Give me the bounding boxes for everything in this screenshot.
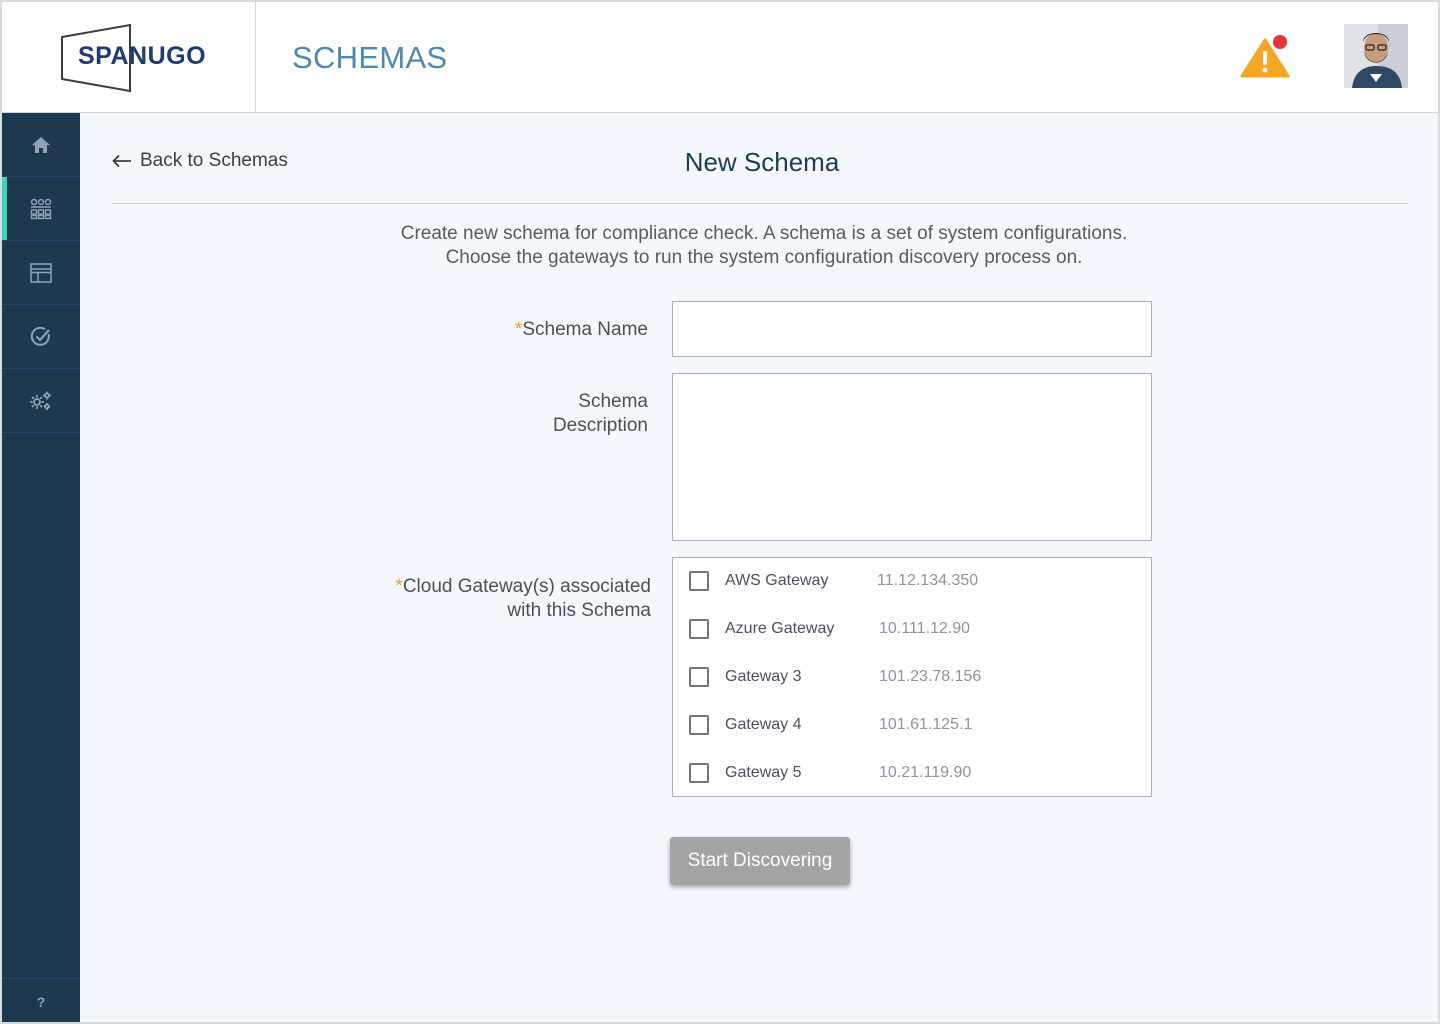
gateway-name: AWS Gateway xyxy=(725,572,829,589)
gateway-row[interactable]: AWS Gateway 11.12.134.350 xyxy=(689,569,1129,593)
gateway-row[interactable]: Gateway 5 10.21.119.90 xyxy=(689,761,1129,785)
sidebar-help[interactable]: ? xyxy=(2,978,80,1022)
gears-icon xyxy=(30,391,51,410)
sidebar-item-compliance[interactable] xyxy=(2,305,80,369)
gateway-row[interactable]: Gateway 3 101.23.78.156 xyxy=(689,665,1129,689)
alert-icon[interactable] xyxy=(1240,34,1294,80)
gateway-ip: 10.21.119.90 xyxy=(879,764,972,781)
gateway-ip: 10.111.12.90 xyxy=(879,620,971,637)
gateway-ip: 101.61.125.1 xyxy=(879,716,973,733)
network-icon xyxy=(30,198,52,219)
intro-line-2: Choose the gateways to run the system co… xyxy=(445,247,1083,268)
app-frame: SPANUGO SCHEMAS ? Back to Schemas New Sc… xyxy=(0,0,1440,1024)
sidebar-item-settings[interactable] xyxy=(2,369,80,433)
gateway-list: AWS Gateway 11.12.134.350 Azure Gateway … xyxy=(672,557,1152,797)
avatar-image xyxy=(1344,24,1408,88)
layout-icon xyxy=(30,262,52,283)
gateway-name: Gateway 5 xyxy=(725,764,802,781)
sidebar-item-layout[interactable] xyxy=(2,241,80,305)
gateway-name: Gateway 4 xyxy=(725,716,802,733)
gateway-name: Azure Gateway xyxy=(725,620,835,637)
logo[interactable]: SPANUGO xyxy=(2,2,256,112)
gateway-row[interactable]: Gateway 4 101.61.125.1 xyxy=(689,713,1129,737)
top-header: SPANUGO SCHEMAS xyxy=(2,2,1438,113)
gateway-name: Gateway 3 xyxy=(725,668,802,685)
gateway-checkbox[interactable] xyxy=(689,571,709,591)
sidebar-item-schemas[interactable] xyxy=(2,177,80,241)
gateway-ip: 11.12.134.350 xyxy=(877,572,979,589)
user-avatar[interactable] xyxy=(1344,24,1408,88)
schema-name-input[interactable] xyxy=(672,301,1152,357)
intro-text: Create new schema for compliance check. … xyxy=(302,222,1226,270)
check-circle-icon xyxy=(30,326,50,346)
back-to-schemas-link[interactable]: Back to Schemas xyxy=(112,150,288,172)
page-title: SCHEMAS xyxy=(292,40,448,75)
gateway-label: *Cloud Gateway(s) associated with this S… xyxy=(395,576,651,621)
home-icon xyxy=(32,136,50,153)
gateway-checkbox[interactable] xyxy=(689,763,709,783)
sidebar-item-home[interactable] xyxy=(2,113,80,177)
back-link-label: Back to Schemas xyxy=(140,150,288,171)
form-title: New Schema xyxy=(684,147,840,177)
gateway-checkbox[interactable] xyxy=(689,667,709,687)
logo-text: SPANUGO xyxy=(78,42,207,70)
gateway-ip: 101.23.78.156 xyxy=(879,668,982,685)
intro-line-1: Create new schema for compliance check. … xyxy=(400,223,1128,244)
schema-description-label: Schema Description xyxy=(552,391,648,436)
gateway-row[interactable]: Azure Gateway 10.111.12.90 xyxy=(689,617,1129,641)
start-discovering-button[interactable]: Start Discovering xyxy=(670,837,850,885)
schema-name-label: *Schema Name xyxy=(514,319,648,340)
sidebar: ? xyxy=(2,113,80,1022)
arrow-left-icon xyxy=(112,154,131,168)
gateway-checkbox[interactable] xyxy=(689,619,709,639)
divider xyxy=(112,203,1408,204)
schema-description-input[interactable] xyxy=(672,373,1152,541)
gateway-checkbox[interactable] xyxy=(689,715,709,735)
